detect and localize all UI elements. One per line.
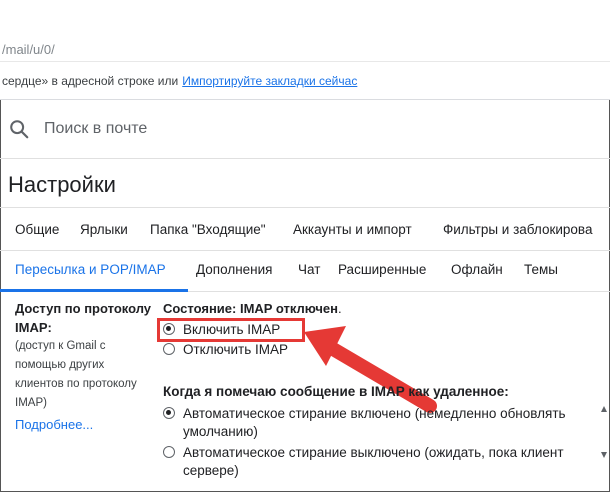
bookmarks-bar: сердце» в адресной строке или Импортируйт… bbox=[0, 62, 610, 100]
disable-imap-label[interactable]: Отключить IMAP bbox=[183, 341, 288, 359]
imap-label-line-1: Доступ по протоколу bbox=[15, 301, 152, 316]
imap-status: Состояние: IMAP отключен. bbox=[163, 301, 342, 316]
auto-expunge-off-line-1: Автоматическое стирание выключено (ожида… bbox=[183, 445, 564, 460]
disable-imap-option[interactable]: Отключить IMAP bbox=[163, 341, 288, 359]
auto-expunge-on-radio[interactable] bbox=[163, 407, 175, 419]
auto-expunge-on-line-1: Автоматическое стирание включено (немедл… bbox=[183, 406, 566, 421]
auto-expunge-off-label[interactable]: Автоматическое стирание выключено (ожида… bbox=[183, 444, 564, 480]
bookmarks-hint: сердце» в адресной строке или Импортируйт… bbox=[2, 74, 357, 88]
tab-forwarding-pop-imap[interactable]: Пересылка и POP/IMAP bbox=[15, 262, 166, 277]
tab-filters-blocked[interactable]: Фильтры и заблокирова bbox=[443, 222, 592, 237]
imap-section-label: Доступ по протоколу IMAP: (доступ к Gmai… bbox=[15, 299, 160, 434]
imap-label-line-2: IMAP: bbox=[15, 320, 52, 335]
tab-advanced[interactable]: Расширенные bbox=[338, 262, 426, 277]
auto-expunge-off-radio[interactable] bbox=[163, 446, 175, 458]
tab-accounts-import[interactable]: Аккаунты и импорт bbox=[293, 222, 412, 237]
learn-more-link[interactable]: Подробнее... bbox=[15, 415, 160, 434]
url-text[interactable]: /mail/u/0/ bbox=[2, 42, 55, 57]
settings-tabs-row-2: Пересылка и POP/IMAP Дополнения Чат Расш… bbox=[0, 250, 610, 292]
red-arrow-icon bbox=[304, 326, 437, 413]
tab-general[interactable]: Общие bbox=[15, 222, 59, 237]
tab-labels[interactable]: Ярлыки bbox=[80, 222, 128, 237]
disable-imap-radio[interactable] bbox=[163, 343, 175, 355]
search-icon[interactable] bbox=[8, 118, 30, 140]
address-bar[interactable]: /mail/u/0/ bbox=[0, 0, 610, 62]
auto-expunge-on-line-2: умолчанию) bbox=[183, 424, 258, 439]
page-title: Настройки bbox=[8, 172, 116, 197]
auto-expunge-on-option[interactable]: Автоматическое стирание включено (немедл… bbox=[163, 405, 566, 441]
imap-desc-line-4: IMAP) bbox=[15, 397, 47, 409]
auto-expunge-off-line-2: сервере) bbox=[183, 463, 239, 478]
bookmarks-hint-text: сердце» в адресной строке или bbox=[2, 74, 179, 88]
search-area bbox=[0, 100, 610, 159]
imap-status-period: . bbox=[337, 301, 342, 316]
tab-inbox[interactable]: Папка "Входящие" bbox=[150, 222, 266, 237]
imap-desc-line-3: клиентов по протоколу bbox=[15, 378, 137, 390]
import-bookmarks-link[interactable]: Импортируйте закладки сейчас bbox=[182, 74, 357, 88]
tab-chat[interactable]: Чат bbox=[298, 262, 320, 277]
highlight-box bbox=[157, 318, 305, 342]
scroll-arrows-icon[interactable] bbox=[598, 400, 610, 492]
auto-expunge-off-option[interactable]: Автоматическое стирание выключено (ожида… bbox=[163, 444, 564, 480]
auto-expunge-on-label[interactable]: Автоматическое стирание включено (немедл… bbox=[183, 405, 566, 441]
tab-addons[interactable]: Дополнения bbox=[196, 262, 272, 277]
delete-behavior-title: Когда я помечаю сообщение в IMAP как уда… bbox=[163, 384, 509, 399]
active-tab-indicator bbox=[0, 289, 188, 292]
imap-status-text: Состояние: IMAP отключен bbox=[163, 301, 338, 316]
tab-themes[interactable]: Темы bbox=[524, 262, 558, 277]
imap-desc-line-2: помощью других bbox=[15, 359, 105, 371]
imap-desc-line-1: (доступ к Gmail с bbox=[15, 340, 106, 352]
tab-offline[interactable]: Офлайн bbox=[451, 262, 503, 277]
search-input[interactable] bbox=[42, 116, 446, 142]
settings-tabs-row-1: Общие Ярлыки Папка "Входящие" Аккаунты и… bbox=[0, 207, 610, 251]
